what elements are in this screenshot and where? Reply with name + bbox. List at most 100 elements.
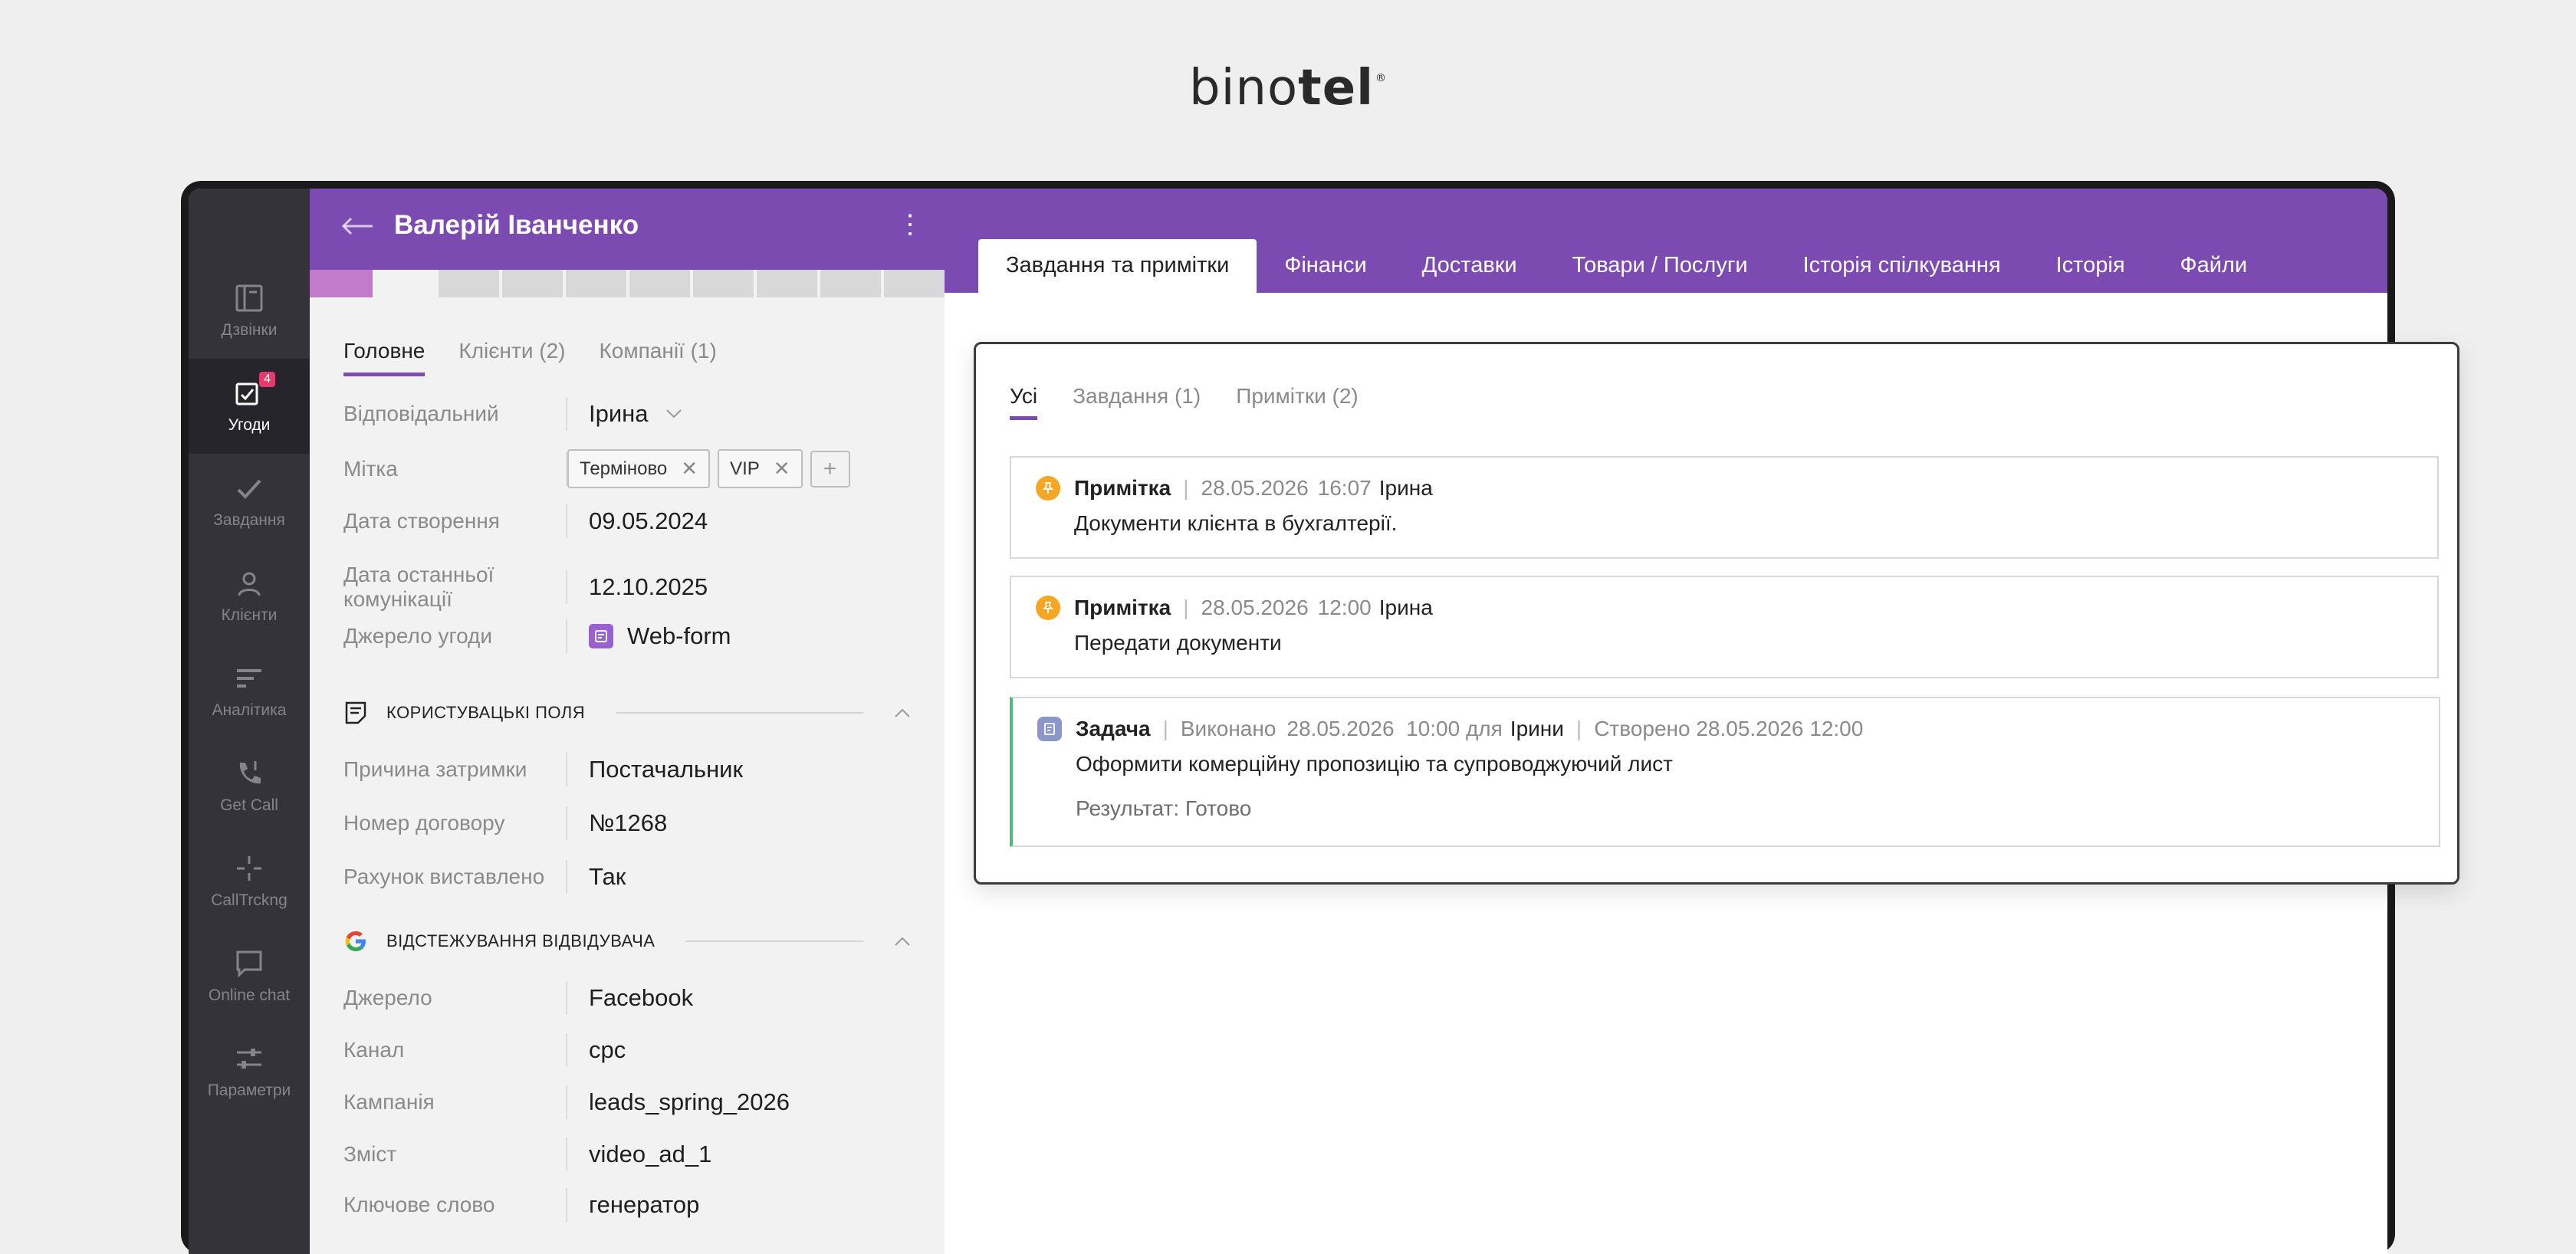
field-value[interactable]: video_ad_1 xyxy=(589,1141,711,1168)
tab-clients[interactable]: Клієнти (2) xyxy=(458,339,565,376)
note-header: Примітка | 28.05.2026 12:00 Ірина xyxy=(1036,596,1433,620)
chevron-down-icon xyxy=(665,409,682,419)
field-value[interactable]: leads_spring_2026 xyxy=(589,1088,790,1116)
field-owner: Відповідальний Ірина xyxy=(343,397,926,431)
stage-segment[interactable] xyxy=(757,270,817,297)
binotel-logo: binotel ® xyxy=(1188,60,1388,117)
nav-item-tasks[interactable]: Завдання xyxy=(189,454,310,549)
field-label: Джерело xyxy=(343,986,432,1009)
tab-tasks[interactable]: Завдання (1) xyxy=(1073,384,1201,420)
stage-segment[interactable] xyxy=(884,270,945,297)
tasks-icon xyxy=(234,473,264,504)
field-label: Джерело угоди xyxy=(343,624,493,648)
field-label: Ключове слово xyxy=(343,1193,495,1216)
add-tag-button[interactable]: + xyxy=(810,450,850,487)
source-value[interactable]: Web-form xyxy=(589,622,731,650)
nav-item-calltracking[interactable]: CallTrckng xyxy=(189,834,310,929)
tab-main[interactable]: Головне xyxy=(343,339,426,376)
phone-icon xyxy=(234,758,264,789)
stage-segment[interactable] xyxy=(439,270,499,297)
settings-icon xyxy=(234,1043,264,1074)
field-divider xyxy=(566,1188,567,1222)
nav-item-getcall[interactable]: Get Call xyxy=(189,739,310,834)
main-navigation: Дзвінки 4 Угоди Завдання Клієнти Аналіти… xyxy=(189,189,310,1254)
stage-segment[interactable] xyxy=(502,270,563,297)
tag-chip[interactable]: VIP ✕ xyxy=(718,449,803,488)
field-divider xyxy=(566,504,567,538)
section-divider xyxy=(685,940,863,942)
field-contract-number: Номер договору №1268 xyxy=(343,806,926,840)
tab-communication-history[interactable]: Історія спілкування xyxy=(1776,239,2029,294)
task-result: Результат: Готово xyxy=(1076,796,1252,820)
nav-label: Аналітика xyxy=(212,701,287,719)
stage-segment[interactable] xyxy=(566,270,626,297)
field-label: Відповідальний xyxy=(343,402,499,425)
close-icon[interactable]: ✕ xyxy=(774,457,790,481)
nav-label: Угоди xyxy=(228,416,271,434)
stage-segment[interactable] xyxy=(693,270,754,297)
tab-deliveries[interactable]: Доставки xyxy=(1395,239,1545,294)
custom-fields-section[interactable]: КОРИСТУВАЦЬКІ ПОЛЯ xyxy=(343,701,911,725)
tab-products[interactable]: Товари / Послуги xyxy=(1545,239,1776,294)
owner-value: Ірина xyxy=(589,400,649,427)
deals-icon: 4 xyxy=(234,372,275,409)
note-item[interactable]: Примітка | 28.05.2026 12:00 Ірина Переда… xyxy=(1010,576,2439,678)
stage-segment[interactable] xyxy=(376,270,435,297)
note-kind: Примітка xyxy=(1074,596,1171,619)
analytics-icon xyxy=(234,663,264,694)
tab-all[interactable]: Усі xyxy=(1010,384,1038,420)
visitor-tracking-section[interactable]: ВІДСТЕЖУВАННЯ ВІДВІДУВАЧА xyxy=(343,929,911,954)
tab-tasks-notes[interactable]: Завдання та примітки xyxy=(978,239,1257,294)
section-title: КОРИСТУВАЦЬКІ ПОЛЯ xyxy=(386,703,586,722)
stage-segment[interactable] xyxy=(629,270,690,297)
note-text: Документи клієнта в бухгалтерії. xyxy=(1074,511,1398,535)
field-value[interactable]: Так xyxy=(589,863,626,891)
deal-stage-bar xyxy=(310,270,945,297)
calls-icon xyxy=(234,283,264,314)
field-value[interactable]: генератор xyxy=(589,1191,699,1219)
deal-sections-header: Завдання та примітки Фінанси Доставки То… xyxy=(945,189,2387,294)
separator: | xyxy=(1576,717,1582,740)
last-comm-value[interactable]: 12.10.2025 xyxy=(589,573,708,601)
field-utm-term: Ключове слово генератор xyxy=(343,1188,926,1222)
tab-finance[interactable]: Фінанси xyxy=(1257,239,1394,294)
task-header: Задача | Виконано 28.05.2026 10:00 для І… xyxy=(1037,717,1863,741)
nav-item-analytics[interactable]: Аналітика xyxy=(189,644,310,739)
chevron-up-icon[interactable] xyxy=(894,936,911,947)
created-value[interactable]: 09.05.2024 xyxy=(589,507,708,535)
nav-item-calls[interactable]: Дзвінки xyxy=(189,264,310,359)
close-icon[interactable]: ✕ xyxy=(681,457,698,481)
tab-companies[interactable]: Компанії (1) xyxy=(599,339,716,376)
task-assignee: Ірини xyxy=(1510,717,1564,740)
more-menu-icon[interactable]: ⋮ xyxy=(897,212,923,238)
owner-select[interactable]: Ірина xyxy=(589,400,682,428)
field-value[interactable]: Facebook xyxy=(589,984,693,1012)
tab-history[interactable]: Історія xyxy=(2029,239,2153,294)
field-source: Джерело угоди Web-form xyxy=(343,619,926,653)
task-kind: Задача xyxy=(1076,717,1151,740)
nav-item-deals[interactable]: 4 Угоди xyxy=(189,359,310,454)
field-last-comm: Дата останньої комунікації 12.10.2025 xyxy=(343,563,926,612)
note-date: 28.05.2026 xyxy=(1201,596,1309,619)
field-value[interactable]: Постачальник xyxy=(589,756,743,783)
field-value[interactable]: №1268 xyxy=(589,809,667,837)
tab-files[interactable]: Файли xyxy=(2153,239,2275,294)
back-arrow-icon[interactable] xyxy=(340,215,374,238)
stage-segment[interactable] xyxy=(310,270,373,297)
nav-item-clients[interactable]: Клієнти xyxy=(189,549,310,644)
note-item[interactable]: Примітка | 28.05.2026 16:07 Ірина Докуме… xyxy=(1010,456,2439,559)
task-item[interactable]: Задача | Виконано 28.05.2026 10:00 для І… xyxy=(1010,697,2440,847)
tab-notes[interactable]: Примітки (2) xyxy=(1236,384,1359,420)
note-kind: Примітка xyxy=(1074,476,1171,500)
separator: | xyxy=(1183,476,1189,500)
field-label: Дата останньої комунікації xyxy=(343,563,495,611)
field-value[interactable]: cpc xyxy=(589,1036,626,1064)
nav-item-settings[interactable]: Параметри xyxy=(189,1024,310,1119)
field-delay-reason: Причина затримки Постачальник xyxy=(343,753,926,786)
tag-chip[interactable]: Терміново ✕ xyxy=(567,449,711,488)
field-label: Зміст xyxy=(343,1142,397,1166)
calltracking-icon xyxy=(234,853,264,884)
chevron-up-icon[interactable] xyxy=(894,707,911,718)
stage-segment[interactable] xyxy=(820,270,881,297)
nav-item-chat[interactable]: Online chat xyxy=(189,929,310,1024)
